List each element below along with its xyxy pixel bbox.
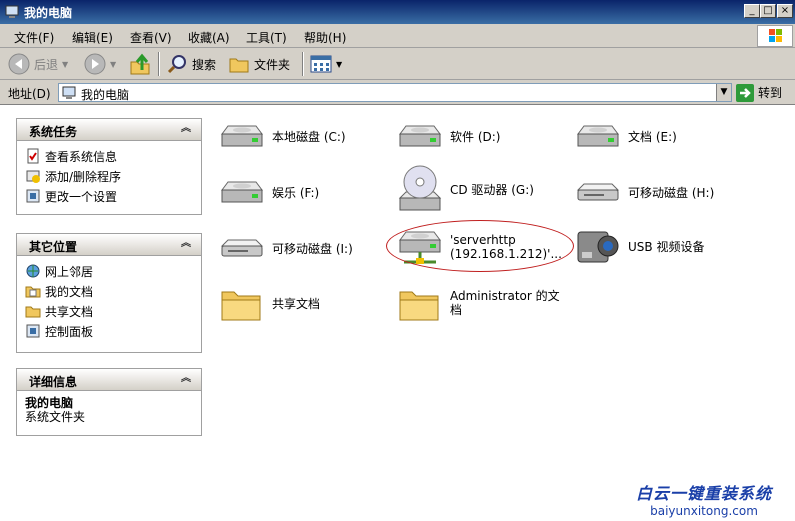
other-places-header[interactable]: 其它位置 ︽ xyxy=(17,234,201,256)
address-bar: 地址(D) 我的电脑 ▼ 转到 xyxy=(0,80,795,105)
address-value: 我的电脑 xyxy=(81,88,130,102)
watermark: 白云一键重装系统 baiyunxitong.com xyxy=(636,480,772,518)
minimize-button[interactable]: _ xyxy=(744,4,760,18)
drive-f[interactable]: 娱乐 (F:) xyxy=(218,176,319,208)
camera-icon xyxy=(577,231,619,263)
menu-edit[interactable]: 编辑(E) xyxy=(72,29,113,46)
hard-disk-icon xyxy=(221,181,263,203)
details-panel: 详细信息 ︽ 我的电脑 系统文件夹 xyxy=(16,368,202,436)
place-control-panel[interactable]: 控制面板 xyxy=(25,321,193,341)
menu-view[interactable]: 查看(V) xyxy=(130,29,172,46)
highlight-oval xyxy=(386,220,574,272)
usb-video-device[interactable]: USB 视频设备 xyxy=(574,224,704,268)
chevron-down-icon: ▼ xyxy=(110,59,117,69)
window-title: 我的电脑 xyxy=(24,6,73,20)
details-name: 我的电脑 xyxy=(25,396,74,410)
chevron-down-icon: ▼ xyxy=(336,59,343,69)
drive-c[interactable]: 本地磁盘 (C:) xyxy=(218,120,346,152)
go-arrow-icon xyxy=(736,83,754,102)
hard-disk-icon xyxy=(577,125,619,147)
panel-title: 详细信息 xyxy=(29,375,78,389)
panel-title: 其它位置 xyxy=(29,240,78,254)
task-view-system-info[interactable]: 查看系统信息 xyxy=(25,146,193,166)
system-tasks-panel: 系统任务 ︽ 查看系统信息 添加/删除程序 更改一个设置 xyxy=(16,118,202,215)
place-my-documents[interactable]: 我的文档 xyxy=(25,281,193,301)
address-dropdown-button[interactable]: ▼ xyxy=(716,84,731,101)
go-button[interactable]: 转到 xyxy=(736,83,782,102)
collapse-icon[interactable]: ︽ xyxy=(179,122,193,136)
drive-h[interactable]: 可移动磁盘 (H:) xyxy=(574,176,714,208)
computer-icon xyxy=(62,86,76,99)
documents-folder-icon xyxy=(25,286,41,298)
go-label: 转到 xyxy=(758,86,783,100)
maximize-button[interactable]: □ xyxy=(760,4,776,18)
drive-e[interactable]: 文档 (E:) xyxy=(574,120,677,152)
title-bar[interactable]: 我的电脑 _ □ × xyxy=(0,0,795,24)
folders-label: 文件夹 xyxy=(254,57,291,72)
forward-button[interactable]: ▼ xyxy=(84,51,116,77)
task-change-setting[interactable]: 更改一个设置 xyxy=(25,186,193,206)
folder-icon xyxy=(399,291,439,321)
menu-file[interactable]: 文件(F) xyxy=(14,29,54,46)
forward-arrow-icon xyxy=(84,53,106,75)
collapse-icon[interactable]: ︽ xyxy=(179,237,193,251)
folder-icon xyxy=(221,291,261,321)
chevron-down-icon: ▼ xyxy=(62,59,69,69)
administrator-documents-folder[interactable]: Administrator 的文 档 xyxy=(396,282,560,324)
control-panel-icon xyxy=(26,189,40,203)
folder-icon xyxy=(229,58,249,73)
computer-icon xyxy=(5,5,19,18)
other-places-panel: 其它位置 ︽ 网上邻居 我的文档 共享文档 控制面板 xyxy=(16,233,202,353)
hard-disk-icon xyxy=(221,125,263,147)
removable-disk-icon xyxy=(221,239,263,257)
system-info-icon xyxy=(27,148,39,164)
address-label: 地址(D) xyxy=(8,87,51,101)
cd-drive-icon xyxy=(398,165,442,211)
network-icon xyxy=(26,264,40,278)
watermark-title: 白云一键重装系统 xyxy=(636,484,773,503)
toolbar: 后退 ▼ ▼ 搜索 文件夹 ▼ xyxy=(0,48,795,80)
place-shared-documents[interactable]: 共享文档 xyxy=(25,301,193,321)
folder-icon xyxy=(25,306,41,318)
back-button[interactable]: 后退 ▼ xyxy=(8,51,68,77)
watermark-url: baiyunxitong.com xyxy=(650,504,758,518)
drive-i[interactable]: 可移动磁盘 (I:) xyxy=(218,232,353,264)
hard-disk-icon xyxy=(399,125,441,147)
search-label: 搜索 xyxy=(192,57,217,72)
up-folder-icon xyxy=(130,53,150,75)
search-icon xyxy=(167,55,186,74)
shared-documents-folder[interactable]: 共享文档 xyxy=(218,282,320,324)
folders-button[interactable]: 文件夹 xyxy=(228,51,290,77)
control-panel-icon xyxy=(26,324,40,338)
back-arrow-icon xyxy=(8,53,30,75)
details-type: 系统文件夹 xyxy=(25,410,86,424)
details-header[interactable]: 详细信息 ︽ xyxy=(17,369,201,391)
view-icon xyxy=(310,55,332,73)
search-button[interactable]: 搜索 xyxy=(166,51,216,77)
collapse-icon[interactable]: ︽ xyxy=(179,372,193,386)
drive-g[interactable]: CD 驱动器 (G:) xyxy=(396,164,534,214)
task-add-remove-programs[interactable]: 添加/删除程序 xyxy=(25,166,193,186)
place-network[interactable]: 网上邻居 xyxy=(25,261,193,281)
menu-bar: 文件(F) 编辑(E) 查看(V) 收藏(A) 工具(T) 帮助(H) xyxy=(0,24,795,48)
menu-help[interactable]: 帮助(H) xyxy=(304,29,346,46)
back-label: 后退 xyxy=(34,57,59,72)
views-button[interactable]: ▼ xyxy=(310,51,342,77)
system-tasks-header[interactable]: 系统任务 ︽ xyxy=(17,119,201,141)
close-button[interactable]: × xyxy=(777,4,793,18)
menu-tools[interactable]: 工具(T) xyxy=(246,29,287,46)
add-remove-programs-icon xyxy=(26,170,40,183)
windows-logo-icon xyxy=(757,25,793,47)
address-input[interactable]: 我的电脑 ▼ xyxy=(58,83,732,102)
up-button[interactable] xyxy=(128,51,152,77)
drive-d[interactable]: 软件 (D:) xyxy=(396,120,500,152)
panel-title: 系统任务 xyxy=(29,125,78,139)
menu-favorites[interactable]: 收藏(A) xyxy=(188,29,230,46)
removable-disk-icon xyxy=(577,183,619,201)
